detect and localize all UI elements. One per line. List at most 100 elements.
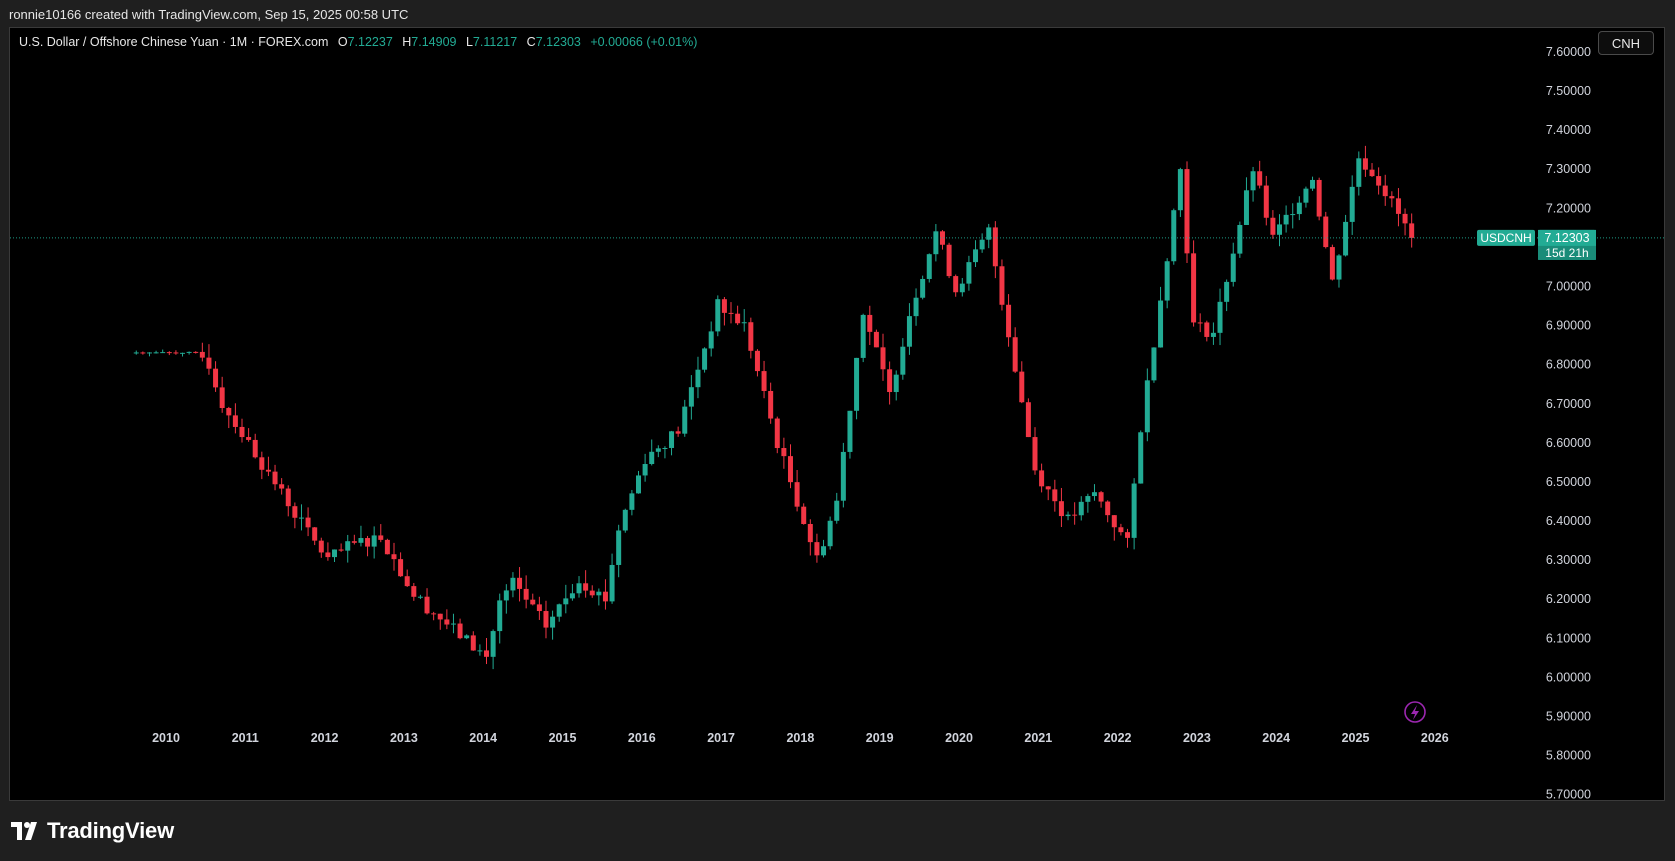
candle-body bbox=[669, 431, 675, 448]
x-axis-tick-label: 2016 bbox=[628, 731, 656, 745]
candle-body bbox=[199, 351, 205, 358]
candle-body bbox=[530, 599, 536, 605]
y-axis-tick-label: 6.50000 bbox=[1546, 475, 1591, 489]
y-axis-tick-label: 6.60000 bbox=[1546, 436, 1591, 450]
y-axis-tick-label: 6.70000 bbox=[1546, 397, 1591, 411]
symbol-title: U.S. Dollar / Offshore Chinese Yuan · 1M… bbox=[19, 35, 329, 49]
candle-body bbox=[814, 542, 820, 556]
y-axis-tick-label: 7.30000 bbox=[1546, 162, 1591, 176]
candle-body bbox=[219, 387, 225, 409]
tradingview-logo[interactable]: TradingView bbox=[11, 818, 174, 844]
candle-body bbox=[649, 451, 655, 465]
candle-body bbox=[246, 437, 252, 440]
candle-body bbox=[1230, 253, 1236, 282]
candle-body bbox=[1336, 255, 1342, 280]
candle-body bbox=[332, 549, 338, 558]
candle-body bbox=[1111, 515, 1117, 528]
candle-body bbox=[576, 583, 582, 594]
candle-body bbox=[358, 538, 364, 543]
candle-body bbox=[867, 314, 873, 332]
candle-body bbox=[768, 390, 774, 419]
candle-body bbox=[675, 431, 681, 434]
candle-body bbox=[1210, 332, 1216, 337]
candle-body bbox=[616, 530, 622, 565]
candle-body bbox=[365, 538, 371, 547]
candlestick-chart[interactable]: 7.600007.500007.400007.300007.200007.100… bbox=[10, 28, 1665, 801]
candle-body bbox=[1197, 322, 1203, 324]
candle-body bbox=[1277, 224, 1283, 235]
candle-body bbox=[1329, 247, 1335, 280]
candle-body bbox=[1402, 213, 1408, 224]
candle-body bbox=[1243, 190, 1249, 225]
x-axis-tick-label: 2024 bbox=[1262, 731, 1290, 745]
price-tag-price: 7.12303 bbox=[1544, 231, 1589, 245]
candle-body bbox=[305, 517, 311, 528]
y-axis-tick-label: 6.90000 bbox=[1546, 319, 1591, 333]
x-axis-tick-label: 2010 bbox=[152, 731, 180, 745]
candle-body bbox=[285, 488, 291, 507]
candle-body bbox=[913, 297, 919, 317]
candle-body bbox=[880, 347, 886, 370]
candle-body bbox=[1085, 496, 1091, 502]
candle-body bbox=[1177, 169, 1183, 211]
candle-body bbox=[404, 576, 410, 587]
candle-body bbox=[854, 357, 860, 411]
candle-body bbox=[1204, 322, 1210, 337]
candle-body bbox=[801, 506, 807, 524]
candle-body bbox=[1191, 253, 1197, 323]
candle-body bbox=[966, 262, 972, 284]
candle-body bbox=[1078, 501, 1084, 516]
candle-body bbox=[1257, 171, 1263, 186]
candle-body bbox=[351, 541, 357, 543]
lightning-icon[interactable] bbox=[1404, 701, 1426, 723]
candle-body bbox=[450, 623, 456, 625]
open-label: O bbox=[337, 35, 348, 49]
candle-body bbox=[926, 254, 932, 279]
candle-body bbox=[153, 352, 159, 354]
y-axis-tick-label: 6.40000 bbox=[1546, 514, 1591, 528]
candle-body bbox=[503, 590, 509, 601]
chart-panel[interactable]: 7.600007.500007.400007.300007.200007.100… bbox=[9, 27, 1665, 801]
x-axis-tick-label: 2018 bbox=[786, 731, 814, 745]
candle-body bbox=[1283, 214, 1289, 225]
candle-body bbox=[457, 623, 463, 639]
candle-body bbox=[1217, 301, 1223, 333]
candle-body bbox=[781, 448, 787, 457]
candle-body bbox=[431, 613, 437, 615]
candle-body bbox=[1224, 281, 1230, 302]
candle-body bbox=[490, 631, 496, 657]
y-axis-tick-label: 5.70000 bbox=[1546, 788, 1591, 801]
candle-body bbox=[1138, 432, 1144, 484]
symbol-legend: U.S. Dollar / Offshore Chinese Yuan · 1M… bbox=[19, 35, 697, 49]
currency-button[interactable]: CNH bbox=[1598, 31, 1654, 55]
candle-body bbox=[629, 493, 635, 510]
y-axis-tick-label: 7.20000 bbox=[1546, 201, 1591, 215]
candle-body bbox=[721, 299, 727, 313]
candle-body bbox=[906, 316, 912, 347]
candle-body bbox=[715, 299, 721, 332]
candle-body bbox=[1296, 202, 1302, 215]
x-axis-tick-label: 2015 bbox=[549, 731, 577, 745]
candle-body bbox=[536, 604, 542, 612]
candle-body bbox=[1356, 158, 1362, 187]
candle-body bbox=[1343, 221, 1349, 256]
candle-body bbox=[378, 535, 384, 540]
candle-body bbox=[1151, 347, 1157, 381]
candle-body bbox=[550, 616, 556, 628]
candle-body bbox=[754, 350, 760, 372]
candle-body bbox=[794, 482, 800, 507]
x-axis-tick-label: 2012 bbox=[311, 731, 339, 745]
candle-body bbox=[226, 408, 232, 416]
candle-body bbox=[318, 540, 324, 553]
candle-body bbox=[265, 469, 271, 472]
candle-body bbox=[702, 348, 708, 370]
open-value: 7.12237 bbox=[347, 35, 393, 49]
candle-body bbox=[953, 276, 959, 293]
candle-body bbox=[517, 577, 523, 589]
lightning-icon-bolt bbox=[1411, 705, 1419, 720]
candle-body bbox=[384, 539, 390, 555]
candle-body bbox=[510, 577, 516, 591]
candle-body bbox=[146, 352, 152, 354]
candle-body bbox=[1382, 185, 1388, 197]
candle-body bbox=[140, 352, 146, 354]
